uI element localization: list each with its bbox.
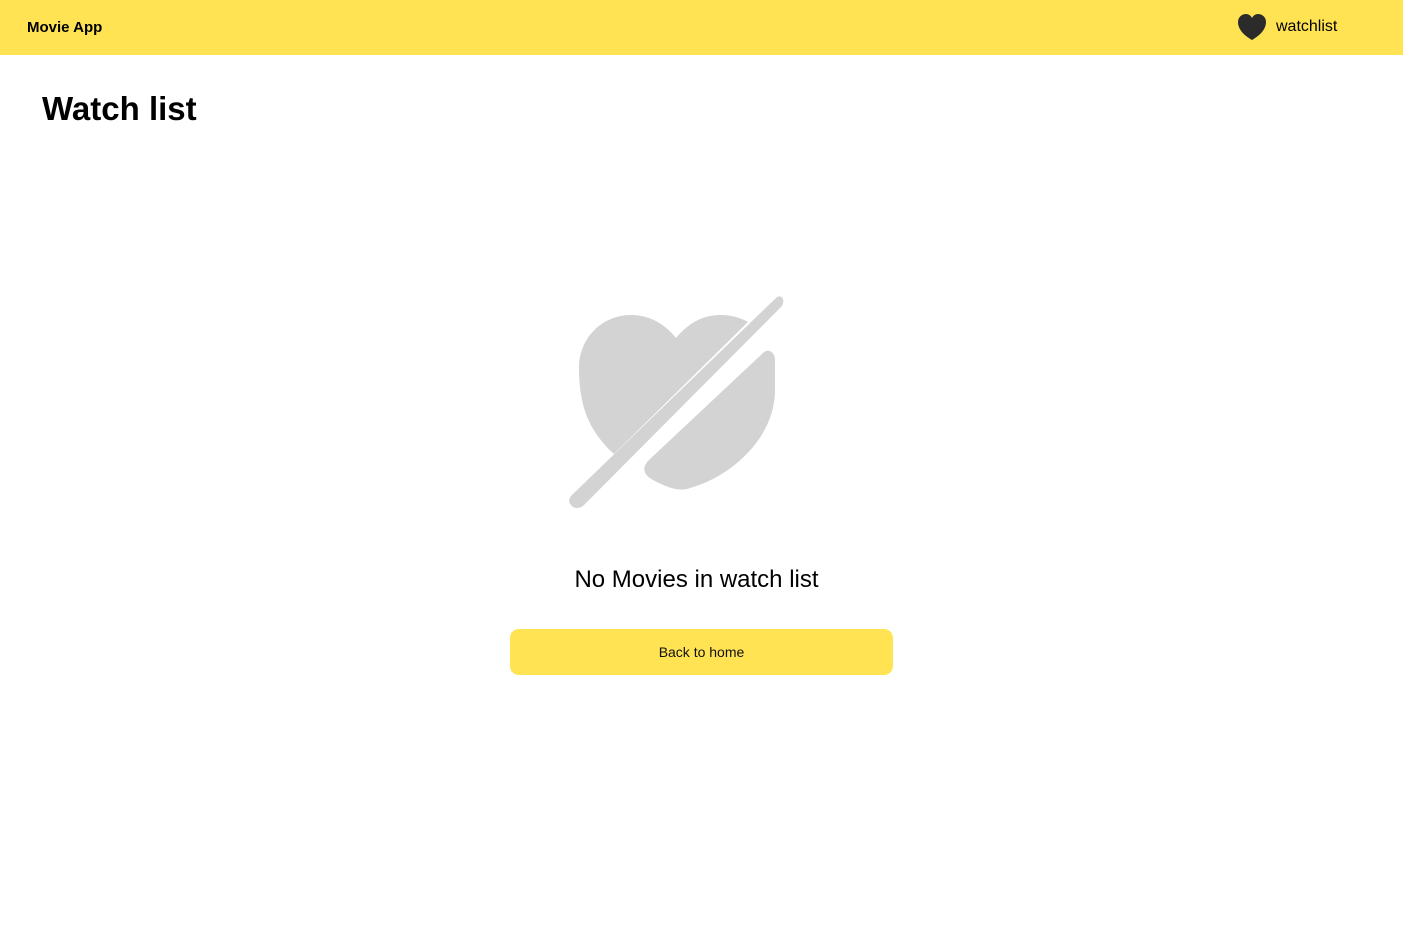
watchlist-link[interactable]: watchlist <box>1236 12 1337 42</box>
top-navbar: Movie App watchlist <box>0 0 1403 55</box>
empty-message-text: No Movies in watch list <box>574 566 819 593</box>
page-title: Watch list <box>42 90 197 127</box>
heart-off-icon <box>569 296 784 508</box>
app-title[interactable]: Movie App <box>27 18 102 38</box>
heart-icon <box>1238 14 1266 40</box>
empty-message: No Movies in watch list <box>0 564 1403 596</box>
watchlist-label: watchlist <box>1276 18 1338 35</box>
back-to-home-button[interactable]: Back to home <box>510 629 893 675</box>
